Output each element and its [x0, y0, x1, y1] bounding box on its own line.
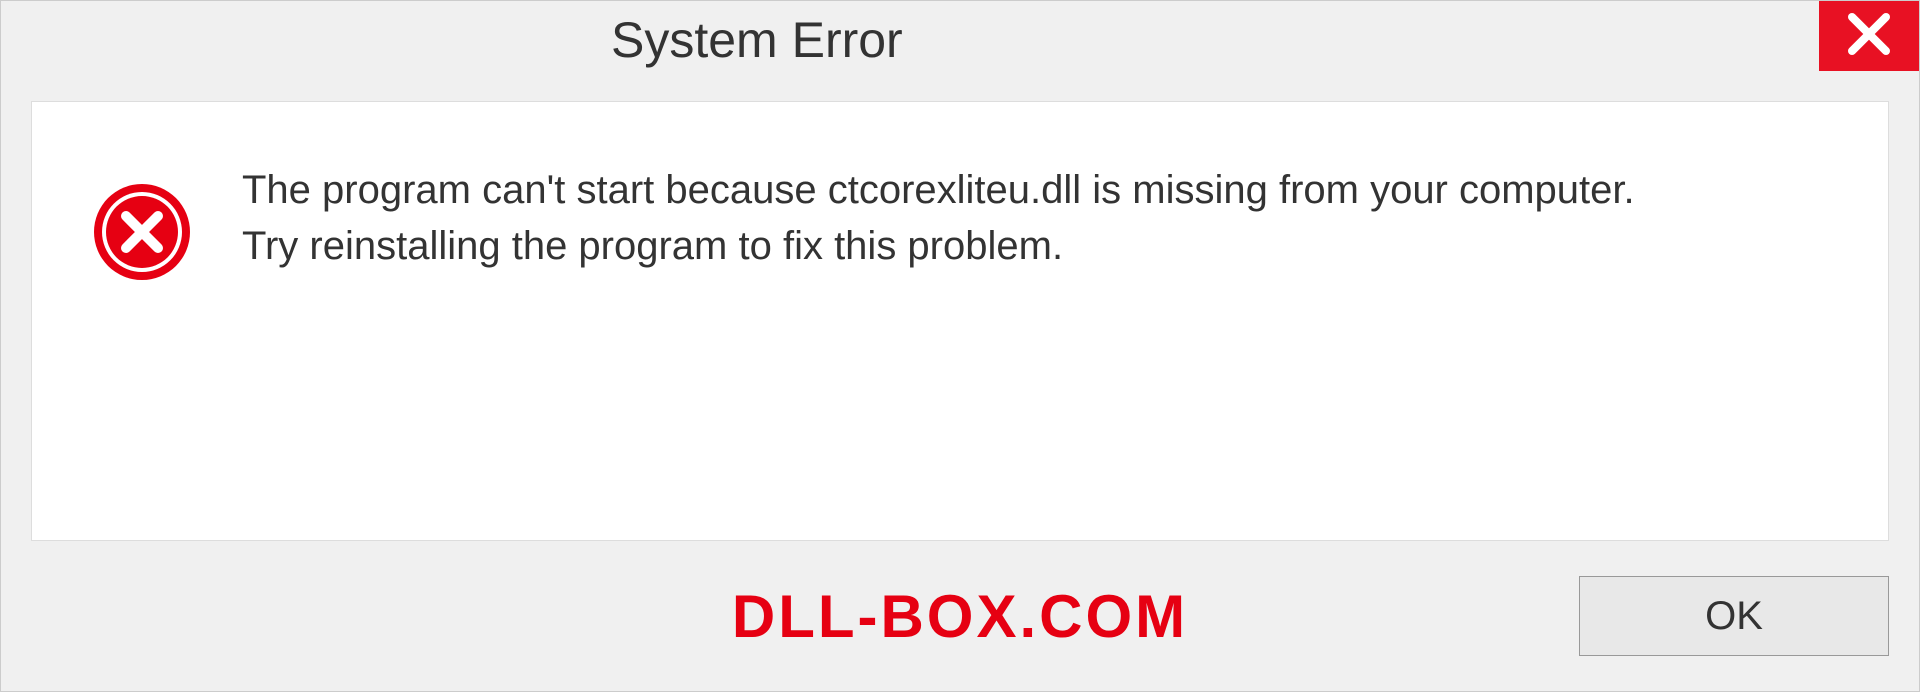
error-icon — [92, 182, 192, 282]
error-message: The program can't start because ctcorexl… — [242, 162, 1642, 274]
close-button[interactable] — [1819, 1, 1919, 71]
dialog-title: System Error — [1, 1, 903, 69]
titlebar: System Error — [1, 1, 1919, 81]
ok-button[interactable]: OK — [1579, 576, 1889, 656]
error-dialog: System Error The program can't start bec… — [0, 0, 1920, 692]
content-area: The program can't start because ctcorexl… — [31, 101, 1889, 541]
button-area: DLL-BOX.COM OK — [1, 541, 1919, 691]
watermark-text: DLL-BOX.COM — [732, 582, 1188, 651]
close-icon — [1844, 9, 1894, 64]
